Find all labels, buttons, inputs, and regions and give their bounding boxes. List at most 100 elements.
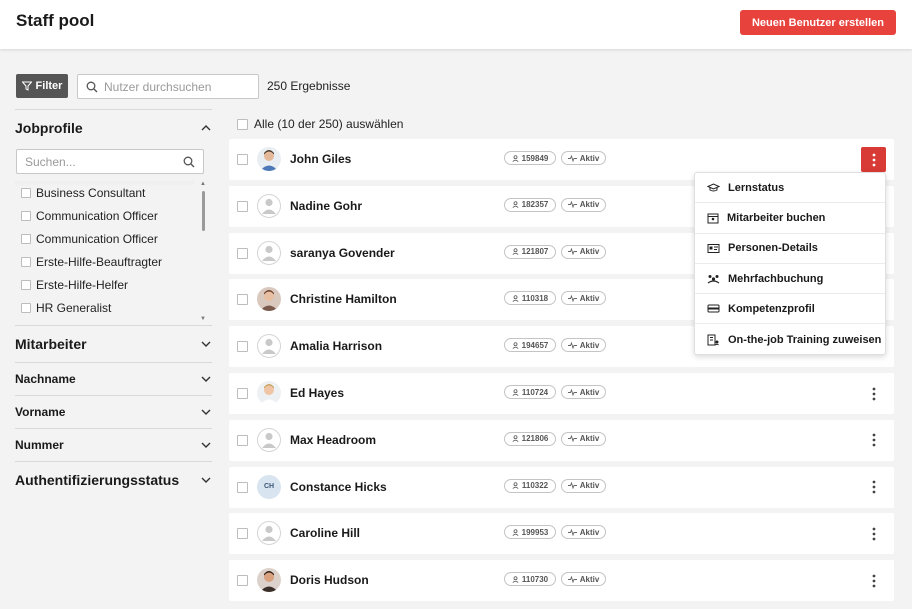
create-user-button[interactable]: Neuen Benutzer erstellen bbox=[739, 10, 896, 35]
section-mitarbeiter[interactable]: Mitarbeiter bbox=[15, 325, 212, 362]
select-all-checkbox[interactable] bbox=[237, 118, 248, 130]
checkbox[interactable] bbox=[21, 302, 31, 313]
section-jobprofile[interactable]: Jobprofile bbox=[15, 109, 212, 146]
avatar bbox=[257, 521, 281, 546]
section-authentifizierungsstatus[interactable]: Authentifizierungsstatus bbox=[15, 461, 212, 498]
status-badge: Aktiv bbox=[561, 385, 606, 399]
checkbox[interactable] bbox=[21, 210, 31, 221]
jobprofile-search[interactable] bbox=[16, 149, 204, 174]
user-id-badge: 110724 bbox=[504, 385, 556, 399]
user-name[interactable]: Nadine Gohr bbox=[290, 199, 362, 213]
list-fade bbox=[15, 181, 195, 187]
jobprofile-item[interactable]: Communication Officer bbox=[21, 204, 212, 227]
avatar bbox=[257, 381, 281, 405]
row-checkbox[interactable] bbox=[237, 388, 248, 399]
jobprofile-item[interactable]: Erste-Hilfe-Helfer bbox=[21, 273, 212, 296]
section-vorname[interactable]: Vorname bbox=[15, 395, 212, 428]
user-name[interactable]: Amalia Harrison bbox=[290, 339, 382, 353]
status-label: Aktiv bbox=[579, 153, 600, 163]
user-row[interactable]: Max Headroom 121806 Aktiv bbox=[229, 419, 894, 461]
chevron-down-icon bbox=[201, 409, 211, 415]
jobprofile-item[interactable]: Erste-Hilfe-Beauftragter bbox=[21, 250, 212, 273]
row-actions-button[interactable] bbox=[861, 147, 886, 172]
user-id-badge: 182357 bbox=[504, 197, 556, 212]
filter-button[interactable]: Filter bbox=[16, 74, 68, 98]
section-nummer[interactable]: Nummer bbox=[15, 428, 212, 461]
more-vertical-icon bbox=[872, 480, 875, 494]
section-nachname[interactable]: Nachname bbox=[15, 362, 212, 395]
user-name[interactable]: Doris Hudson bbox=[290, 573, 369, 587]
row-checkbox[interactable] bbox=[237, 434, 248, 446]
menu-item-kompetenzprofil[interactable]: Kompetenzprofil bbox=[695, 294, 885, 325]
menu-item-mehrfachbuchung[interactable]: Mehrfachbuchung bbox=[695, 264, 885, 295]
jobprofile-item[interactable]: HR Generalist bbox=[21, 296, 212, 319]
row-actions-button[interactable] bbox=[861, 428, 886, 453]
user-icon bbox=[512, 575, 519, 583]
scrollbar-thumb[interactable] bbox=[202, 191, 205, 231]
user-row[interactable]: Doris Hudson 110730 Aktiv bbox=[229, 560, 894, 602]
more-vertical-icon bbox=[872, 574, 875, 588]
user-name[interactable]: saranya Govender bbox=[290, 246, 395, 260]
user-id: 159849 bbox=[521, 153, 549, 163]
row-checkbox[interactable] bbox=[237, 481, 248, 493]
row-checkbox[interactable] bbox=[237, 247, 248, 259]
user-name[interactable]: Max Headroom bbox=[290, 433, 376, 447]
jobprofile-item-label: Communication Officer bbox=[36, 231, 158, 246]
user-name[interactable]: Caroline Hill bbox=[290, 526, 360, 540]
jobprofile-item[interactable]: Communication Officer bbox=[21, 227, 212, 250]
user-row[interactable]: Caroline Hill 199953 Aktiv bbox=[229, 513, 894, 555]
scroll-up-arrow-icon[interactable]: ▲ bbox=[200, 181, 206, 187]
checkbox[interactable] bbox=[21, 256, 31, 267]
user-icon bbox=[512, 154, 519, 162]
menu-item-personen-details[interactable]: Personen-Details bbox=[695, 234, 885, 264]
menu-item-label: On-the-job Training zuweisen bbox=[728, 333, 882, 346]
user-search-input[interactable] bbox=[104, 79, 244, 94]
checkbox[interactable] bbox=[21, 187, 31, 198]
user-id: 110318 bbox=[521, 293, 549, 303]
row-checkbox[interactable] bbox=[237, 575, 248, 587]
user-name[interactable]: John Giles bbox=[290, 152, 351, 166]
user-name[interactable]: Christine Hamilton bbox=[290, 292, 397, 306]
row-actions-button[interactable] bbox=[861, 475, 886, 500]
activity-icon bbox=[567, 482, 577, 490]
jobprofile-search-input[interactable] bbox=[25, 154, 175, 169]
checkbox[interactable] bbox=[21, 279, 31, 290]
user-row[interactable]: Ed Hayes 110724 Aktiv bbox=[229, 373, 894, 414]
user-name[interactable]: Constance Hicks bbox=[290, 480, 387, 494]
user-id-badge: 121807 bbox=[504, 244, 556, 259]
user-search[interactable] bbox=[77, 74, 259, 99]
menu-item-mitarbeiter-buchen[interactable]: Mitarbeiter buchen bbox=[695, 203, 885, 234]
row-checkbox[interactable] bbox=[237, 341, 248, 353]
scroll-down-arrow-icon[interactable]: ▼ bbox=[200, 316, 206, 322]
row-checkbox[interactable] bbox=[237, 294, 248, 306]
user-id: 182357 bbox=[521, 200, 549, 210]
status-label: Aktiv bbox=[579, 387, 600, 397]
select-all-label: Alle (10 der 250) auswählen bbox=[254, 117, 404, 131]
user-id-badge: 121806 bbox=[504, 431, 556, 446]
row-actions-button[interactable] bbox=[861, 568, 886, 593]
training-assign-icon bbox=[707, 334, 719, 346]
status-label: Aktiv bbox=[579, 200, 600, 210]
row-actions-button[interactable] bbox=[861, 521, 886, 546]
row-checkbox[interactable] bbox=[237, 154, 248, 165]
row-checkbox[interactable] bbox=[237, 528, 248, 540]
user-row[interactable]: CH Constance Hicks 110322 Aktiv bbox=[229, 466, 894, 508]
menu-item-label: Mehrfachbuchung bbox=[728, 272, 824, 285]
user-id-badge: 159849 bbox=[504, 151, 556, 165]
row-actions-button[interactable] bbox=[861, 381, 886, 406]
user-id-badge: 110730 bbox=[504, 572, 556, 587]
id-card-icon bbox=[707, 243, 720, 253]
select-all[interactable]: Alle (10 der 250) auswählen bbox=[237, 117, 403, 131]
user-icon bbox=[512, 201, 519, 209]
user-icon bbox=[512, 388, 519, 396]
menu-item-on-the-job-training[interactable]: On-the-job Training zuweisen bbox=[695, 324, 885, 354]
activity-icon bbox=[567, 528, 577, 536]
status-label: Aktiv bbox=[579, 247, 600, 257]
user-name[interactable]: Ed Hayes bbox=[290, 386, 344, 400]
checkbox[interactable] bbox=[21, 233, 31, 244]
row-checkbox[interactable] bbox=[237, 200, 248, 212]
menu-item-lernstatus[interactable]: Lernstatus bbox=[695, 173, 885, 204]
user-icon bbox=[512, 529, 519, 536]
user-id: 110724 bbox=[521, 387, 549, 397]
more-vertical-icon bbox=[872, 527, 875, 541]
